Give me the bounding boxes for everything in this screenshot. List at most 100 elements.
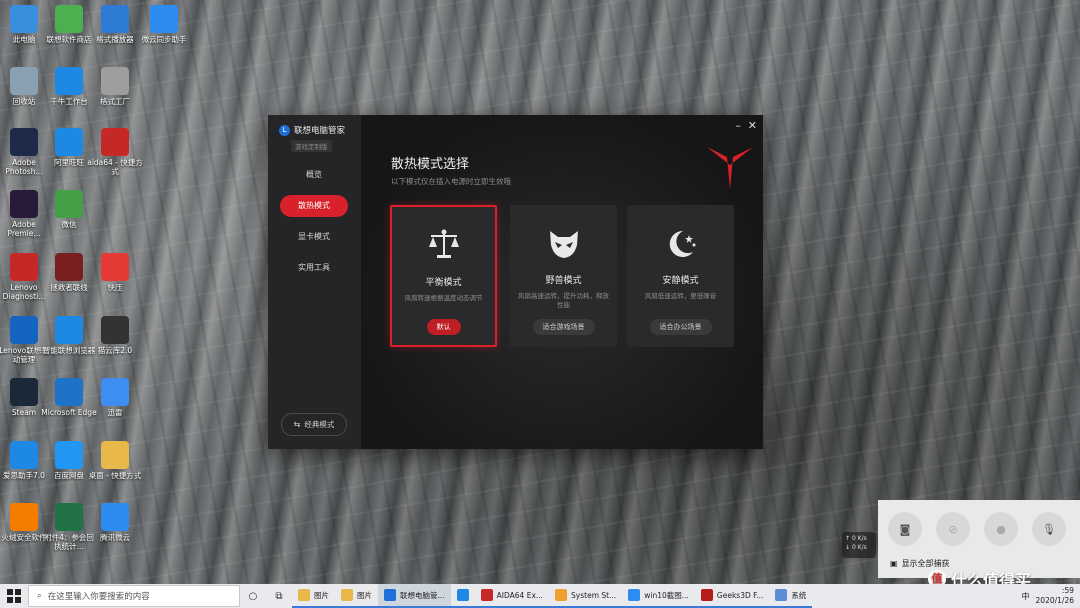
- desktop-icon[interactable]: 格式播放器: [87, 5, 143, 44]
- taskbar-app[interactable]: 图片: [335, 584, 378, 608]
- desktop-icon[interactable]: 迅雷: [87, 378, 143, 417]
- app-window: L 联想电脑管家 游戏定制版 概览 散热模式 显卡模式 实用工具 ⇆ 经典模式 …: [268, 115, 763, 449]
- taskbar-app-label: 联想电脑管...: [400, 590, 445, 600]
- ime-indicator[interactable]: 中: [1022, 591, 1030, 602]
- scale-icon: [428, 229, 459, 258]
- lenovo-l-icon: L: [279, 124, 290, 136]
- main-panel: – ✕ 散热模式选择 以下模式仅在插入电源时立即生效哦 平衡模式 风扇转速根据温…: [361, 115, 763, 449]
- record-dot-icon: ●: [996, 522, 1006, 536]
- desktop-icon-label: 腾讯微云: [100, 533, 130, 542]
- aida64-icon: [101, 128, 129, 156]
- mode-card-quiet[interactable]: 安静模式 风扇低速运转，更低噪音 适合办公场景: [627, 205, 734, 347]
- excel-icon: [55, 503, 83, 531]
- taskbar-app[interactable]: win10截图...: [622, 584, 695, 608]
- cortana-button[interactable]: ○: [240, 584, 266, 608]
- screenshot-button[interactable]: ◙: [888, 512, 922, 546]
- mode-title: 安静模式: [662, 276, 699, 286]
- desktop-icon[interactable]: 格式工厂: [87, 67, 143, 106]
- legion-y-logo-icon: [707, 147, 753, 189]
- clock-time: :59: [1061, 586, 1074, 595]
- computer-icon: [10, 5, 38, 33]
- maoyun-icon: [101, 316, 129, 344]
- recycle-bin-icon: [10, 67, 38, 95]
- desktop-icon[interactable]: 快压: [87, 253, 143, 292]
- taskbar-search[interactable]: ⌕ 在这里输入你要搜索的内容: [28, 585, 240, 607]
- page-title: 散热模式选择: [391, 157, 470, 172]
- desktop-icon-label: 格式工厂: [100, 97, 130, 106]
- mode-desc: 风扇转速根据温度动态调节: [404, 294, 483, 302]
- desktop-icon[interactable]: aida64 - 快捷方式: [87, 128, 143, 176]
- taskbar-app-label: Geeks3D F...: [716, 590, 764, 600]
- app-icon: [700, 589, 713, 601]
- app-icon: [384, 589, 396, 601]
- browser-icon: [55, 316, 83, 344]
- sidebar: L 联想电脑管家 游戏定制版 概览 散热模式 显卡模式 实用工具 ⇆ 经典模式: [268, 115, 361, 449]
- taskbar-apps: 图片 图片 联想电脑管... AIDA64 Ex... System St... win1…: [292, 584, 813, 608]
- mode-desc: 风扇高速运转，提升功耗，释放性能: [518, 292, 609, 309]
- thunder-icon: [101, 378, 129, 406]
- taskbar-app-label: System St...: [571, 590, 617, 600]
- legion-icon: [55, 253, 83, 281]
- classic-mode-button[interactable]: ⇆ 经典模式: [281, 413, 347, 436]
- taskbar-app-label: win10截图...: [644, 590, 689, 600]
- desktop-icon[interactable]: 微信: [41, 190, 97, 229]
- taskbar-app[interactable]: Geeks3D F...: [694, 584, 770, 608]
- network-speed-widget: ↑ 0 K/s ↓ 0 K/s: [842, 532, 876, 558]
- mode-desc: 风扇低速运转，更低噪音: [644, 292, 717, 300]
- desktop-icon-label: 微信: [61, 220, 77, 229]
- weiyun-icon: [101, 503, 129, 531]
- app-icon: [298, 589, 310, 601]
- photoshop-icon: [10, 128, 38, 156]
- taskbar-app[interactable]: System St...: [549, 584, 623, 608]
- mode-card-beast[interactable]: 野兽模式 风扇高速运转，提升功耗，释放性能 适合游戏场景: [510, 205, 617, 347]
- record-off-button[interactable]: ⊘: [936, 512, 970, 546]
- nav-utilities[interactable]: 实用工具: [280, 257, 348, 279]
- mic-mute-button[interactable]: 🎙: [1032, 512, 1066, 546]
- app-icon: [628, 589, 641, 601]
- taskbar-app[interactable]: 联想电脑管...: [378, 584, 451, 608]
- switch-icon: ⇆: [293, 420, 301, 429]
- app-icon: [555, 589, 568, 601]
- desktop-icon-label: 迅雷: [107, 408, 123, 417]
- nav-overview[interactable]: 概览: [280, 164, 348, 186]
- edition-badge: 游戏定制版: [291, 140, 332, 152]
- minimize-icon[interactable]: –: [736, 119, 742, 132]
- taskbar-app[interactable]: 系统: [769, 584, 813, 608]
- windows-logo-icon: [7, 589, 21, 603]
- desktop-icon[interactable]: 猫云库2.0: [87, 316, 143, 355]
- taskbar-app[interactable]: AIDA64 Ex...: [474, 584, 550, 608]
- baidu-netdisk-icon: [55, 441, 83, 469]
- desktop-icon[interactable]: 桌面 - 快捷方式: [87, 441, 143, 480]
- taskbar-app-label: 图片: [314, 590, 329, 600]
- default-badge[interactable]: 默认: [426, 319, 461, 335]
- gaming-scene-button[interactable]: 适合游戏场景: [532, 319, 595, 335]
- desktop-icon-label: 猫云库2.0: [97, 346, 133, 355]
- wangwang-icon: [55, 128, 83, 156]
- steam-icon: [10, 378, 38, 406]
- mic-off-icon: 🎙: [1042, 522, 1056, 536]
- record-button[interactable]: ●: [984, 512, 1018, 546]
- nav-cooling-mode[interactable]: 散热模式: [280, 195, 348, 217]
- desktop-icon-label: 桌面 - 快捷方式: [88, 471, 142, 480]
- player-icon: [101, 5, 129, 33]
- taskbar-app[interactable]: 图片: [292, 584, 335, 608]
- close-icon[interactable]: ✕: [748, 119, 757, 132]
- mode-card-balanced[interactable]: 平衡模式 风扇转速根据温度动态调节 默认: [390, 205, 497, 347]
- start-button[interactable]: [0, 584, 28, 608]
- taskbar-app[interactable]: [450, 584, 475, 608]
- desktop-icon[interactable]: 腾讯微云: [87, 503, 143, 542]
- driver-manager-icon: [10, 316, 38, 344]
- task-view-button[interactable]: ⧉: [266, 584, 292, 608]
- office-scene-button[interactable]: 适合办公场景: [649, 319, 712, 335]
- premiere-icon: [10, 190, 38, 218]
- qianniu-icon: [55, 67, 83, 95]
- desktop-icon-label: 快压: [107, 283, 123, 292]
- huorong-icon: [10, 503, 38, 531]
- kuaiya-icon: [101, 253, 129, 281]
- clock[interactable]: :59 2020/1/26: [1036, 586, 1074, 606]
- desktop-icon[interactable]: 微云同步助手: [136, 5, 192, 44]
- nav-gpu-mode[interactable]: 显卡模式: [280, 226, 348, 248]
- cortana-icon: ○: [248, 590, 258, 602]
- mode-title: 野兽模式: [545, 276, 582, 286]
- search-placeholder: 在这里输入你要搜索的内容: [47, 592, 150, 602]
